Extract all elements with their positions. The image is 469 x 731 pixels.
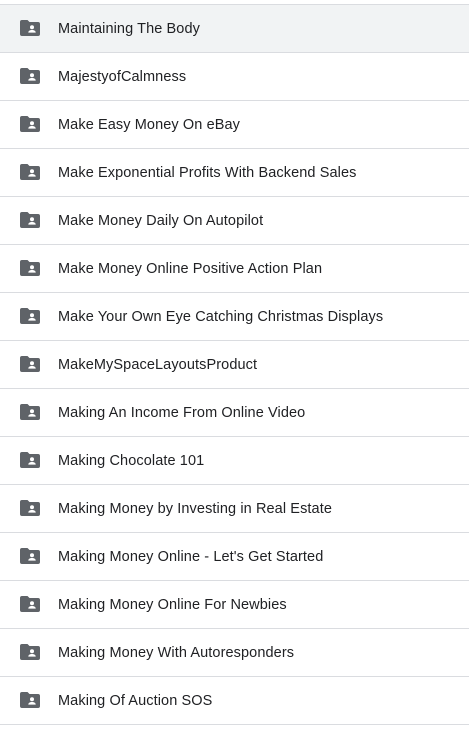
folder-row[interactable]: Making Money Online For Newbies <box>0 580 469 628</box>
folder-row[interactable]: Make Money Online Positive Action Plan <box>0 244 469 292</box>
folder-row[interactable]: Making Money With Autoresponders <box>0 628 469 676</box>
folder-name: Making Of Auction SOS <box>58 692 213 709</box>
folder-name: Make Exponential Profits With Backend Sa… <box>58 164 357 181</box>
shared-folder-icon <box>20 404 40 420</box>
folder-row[interactable]: Making Money Online - Let's Get Started <box>0 532 469 580</box>
shared-folder-icon <box>20 452 40 468</box>
folder-name: Making Money Online For Newbies <box>58 596 287 613</box>
shared-folder-icon <box>20 596 40 612</box>
folder-name: Making Money Online - Let's Get Started <box>58 548 324 565</box>
folder-name: Make Easy Money On eBay <box>58 116 241 133</box>
folder-row[interactable]: Making An Income From Online Video <box>0 388 469 436</box>
shared-folder-icon <box>20 308 40 324</box>
folder-row[interactable]: Making Chocolate 101 <box>0 436 469 484</box>
folder-name: Making An Income From Online Video <box>58 404 306 421</box>
folder-row[interactable]: Make Money Daily On Autopilot <box>0 196 469 244</box>
folder-name: Make Your Own Eye Catching Christmas Dis… <box>58 308 384 325</box>
shared-folder-icon <box>20 164 40 180</box>
shared-folder-icon <box>20 548 40 564</box>
folder-name: Making Money by Investing in Real Estate <box>58 500 332 517</box>
folder-row[interactable]: Make Your Own Eye Catching Christmas Dis… <box>0 292 469 340</box>
folder-name: Make Money Daily On Autopilot <box>58 212 264 229</box>
folder-row[interactable]: Make Exponential Profits With Backend Sa… <box>0 148 469 196</box>
shared-folder-icon <box>20 68 40 84</box>
folder-row[interactable]: Maintaining The Body <box>0 4 469 52</box>
shared-folder-icon <box>20 212 40 228</box>
folder-row[interactable]: Making Money by Investing in Real Estate <box>0 484 469 532</box>
folder-name: MakeMySpaceLayoutsProduct <box>58 356 258 373</box>
folder-row[interactable]: MajestyofCalmness <box>0 52 469 100</box>
shared-folder-icon <box>20 500 40 516</box>
folder-name: Making Money With Autoresponders <box>58 644 295 661</box>
shared-folder-icon <box>20 644 40 660</box>
folder-row[interactable]: Making Of Auction SOS <box>0 676 469 725</box>
folder-name: Making Chocolate 101 <box>58 452 205 469</box>
folder-row[interactable]: Make Easy Money On eBay <box>0 100 469 148</box>
folder-name: Make Money Online Positive Action Plan <box>58 260 323 277</box>
folder-row[interactable]: MakeMySpaceLayoutsProduct <box>0 340 469 388</box>
folder-list: Maintaining The Body MajestyofCalmness Mak… <box>0 4 469 725</box>
shared-folder-icon <box>20 260 40 276</box>
shared-folder-icon <box>20 20 40 36</box>
shared-folder-icon <box>20 356 40 372</box>
shared-folder-icon <box>20 692 40 708</box>
folder-name: MajestyofCalmness <box>58 68 187 85</box>
shared-folder-icon <box>20 116 40 132</box>
folder-name: Maintaining The Body <box>58 20 200 37</box>
